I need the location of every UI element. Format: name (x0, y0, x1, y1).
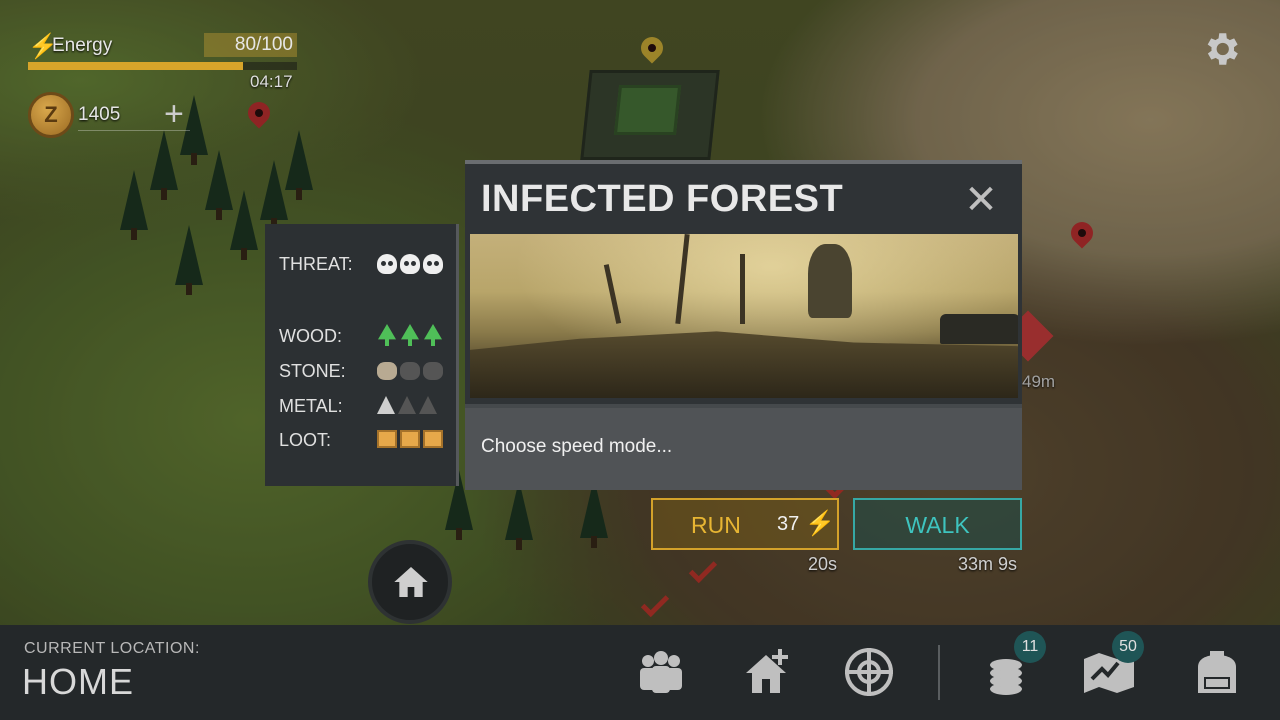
wood-label: WOOD: (279, 326, 342, 346)
threat-rating (377, 254, 443, 274)
skull-icon (423, 254, 443, 274)
add-coins-button[interactable]: + (164, 94, 184, 134)
current-location-name: HOME (22, 661, 134, 702)
metal-label: METAL: (279, 396, 343, 416)
clan-icon[interactable] (634, 645, 688, 699)
coin-count: 1405 (78, 104, 121, 125)
nav-divider (938, 645, 940, 700)
lightning-icon: ⚡ (805, 510, 835, 537)
bottom-bar: CURRENT LOCATION: HOME 11 50 (0, 625, 1280, 720)
location-preview-image (470, 234, 1018, 398)
coins-icon[interactable]: 11 (986, 631, 1046, 699)
crosshair-icon[interactable] (842, 645, 896, 699)
stone-label: STONE: (279, 361, 346, 381)
stone-rating (377, 362, 443, 380)
energy-bar-fill (28, 62, 244, 70)
energy-bar (28, 62, 297, 70)
coin-icon: Z (28, 92, 74, 138)
speed-prompt: Choose speed mode... (481, 436, 673, 457)
loot-rating (377, 430, 443, 448)
stone-icon (400, 362, 420, 380)
tree-icon (378, 324, 396, 346)
skull-icon (377, 254, 397, 274)
loot-label: LOOT: (279, 430, 332, 450)
speed-prompt-area: Choose speed mode... (465, 408, 1022, 490)
close-icon[interactable]: ✕ (963, 180, 999, 220)
run-energy-cost: 37 (777, 513, 800, 535)
metal-icon (419, 396, 437, 414)
crate-icon (377, 430, 397, 448)
coins-badge: 11 (1014, 631, 1046, 663)
settings-gear-icon[interactable] (1200, 28, 1242, 70)
location-stats-panel: THREAT: WOOD: STONE: METAL: LOOT: (265, 224, 459, 486)
run-button[interactable]: RUN 37 ⚡ (651, 498, 839, 550)
energy-label: Energy (52, 35, 113, 56)
metal-rating (377, 396, 437, 414)
energy-timer: 04:17 (250, 72, 293, 91)
run-label: RUN (691, 512, 741, 538)
backpack-icon[interactable] (1190, 645, 1244, 699)
mutant-creature (808, 244, 852, 318)
wrecked-car (940, 314, 1018, 344)
current-location-caption: CURRENT LOCATION: (24, 640, 200, 657)
add-base-icon[interactable] (742, 645, 796, 699)
wood-rating (377, 324, 443, 346)
crate-icon (423, 430, 443, 448)
blueprints-badge: 50 (1112, 631, 1144, 663)
run-duration: 20s (808, 554, 838, 574)
skull-icon (400, 254, 420, 274)
metal-icon (398, 396, 416, 414)
tree-icon (401, 324, 419, 346)
location-title: INFECTED FOREST (481, 178, 844, 220)
energy-value: 80/100 (204, 33, 297, 57)
crate-icon (400, 430, 420, 448)
home-marker[interactable] (368, 540, 452, 624)
metal-icon (377, 396, 395, 414)
threat-label: THREAT: (279, 254, 353, 274)
walk-button[interactable]: WALK (853, 498, 1022, 550)
tree-icon (424, 324, 442, 346)
stone-icon (377, 362, 397, 380)
location-dialog: INFECTED FOREST ✕ Choose speed mode... (465, 160, 1022, 490)
stone-icon (423, 362, 443, 380)
walk-label: WALK (905, 512, 970, 538)
blueprint-map-icon[interactable]: 50 (1082, 631, 1144, 699)
walk-duration: 33m 9s (958, 554, 1018, 574)
home-icon (391, 562, 431, 602)
